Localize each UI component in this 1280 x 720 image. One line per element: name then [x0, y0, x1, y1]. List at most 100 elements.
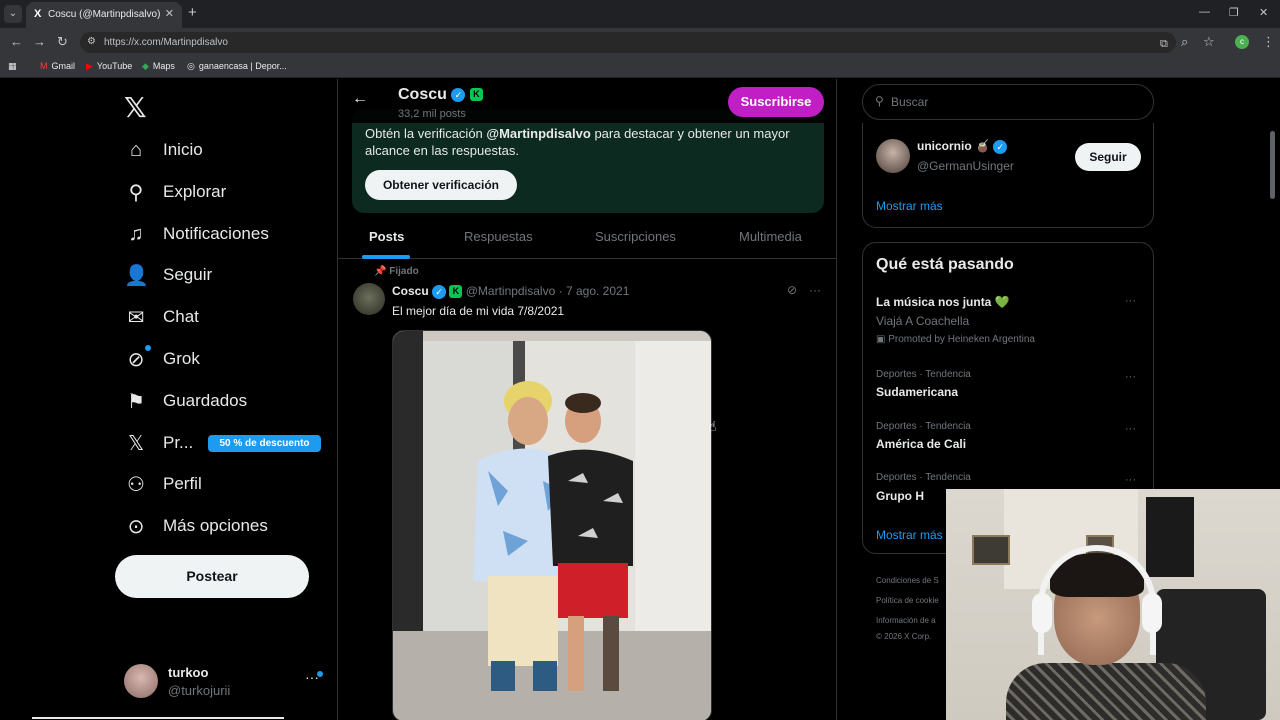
window-close-icon[interactable]: ✕ [1259, 6, 1268, 19]
follow-icon: 👤 [124, 264, 149, 287]
grok-analyze-icon[interactable]: ⊘ [787, 283, 797, 297]
globe-icon: ◎ [187, 61, 195, 71]
follow-button[interactable]: Seguir [1075, 143, 1141, 171]
trend-promoted-by: ▣ Promoted by Heineken Argentina [876, 334, 1035, 345]
bookmark-maps[interactable]: ◆ Maps [142, 61, 175, 72]
tweet-photo[interactable] [392, 330, 712, 720]
back-arrow-icon[interactable]: ← [352, 90, 368, 108]
trend-more-icon[interactable]: ··· [1125, 371, 1136, 383]
premium-discount-badge[interactable]: 50 % de descuento [208, 435, 321, 452]
nav-item-mas-opciones[interactable]: ⊙ Más opciones [124, 509, 268, 543]
footer-link[interactable]: Condiciones de S [876, 576, 939, 585]
who-to-follow-card: unicornio 🧉 ✓ @GermanUsinger Seguir Most… [862, 123, 1154, 228]
address-bar[interactable]: ⚙ https://x.com/Martinpdisalvo ⧉ [80, 32, 1176, 53]
tab-suscripciones[interactable]: Suscripciones [595, 229, 676, 244]
reload-icon[interactable]: ↻ [57, 34, 68, 50]
browser-tab-strip: ⌄ X Coscu (@Martinpdisalvo) / X ✕ + — ❐ … [0, 0, 1280, 28]
account-handle[interactable]: @turkojurii [168, 683, 230, 698]
trend-name[interactable]: Grupo H [876, 489, 924, 503]
post-button[interactable]: Postear [115, 555, 309, 598]
back-icon[interactable]: ← [10, 34, 23, 49]
tweet-text: El mejor día de mi vida 7/8/2021 [392, 304, 565, 318]
new-tab-icon[interactable]: + [188, 4, 197, 21]
browser-menu-icon[interactable]: ⋮ [1262, 34, 1275, 50]
trend-promoted-name[interactable]: La música nos junta 💚 [876, 295, 1010, 309]
suggested-user-avatar[interactable] [876, 139, 910, 173]
get-verified-button[interactable]: Obtener verificación [365, 170, 517, 200]
tweet-date[interactable]: 7 ago. 2021 [566, 284, 629, 298]
tweet-author-avatar[interactable] [353, 283, 385, 315]
webcam-person-body [1006, 663, 1206, 720]
show-more-trends-link[interactable]: Mostrar más [876, 528, 943, 542]
verified-badge-icon: ✓ [432, 284, 447, 299]
search-input[interactable]: ⚲ Buscar [862, 84, 1154, 120]
nav-item-grok[interactable]: ⊘ Grok [124, 342, 200, 376]
trend-more-icon[interactable]: ··· [1125, 423, 1136, 435]
promo-text: Obtén la verificación @Martinpdisalvo pa… [365, 126, 790, 158]
profile-header: ← Coscu ✓ K 33,2 mil posts Suscribirse [338, 79, 836, 123]
nav-item-premium[interactable]: 𝕏 Pr... [124, 426, 193, 460]
nav-item-perfil[interactable]: ⚇ Perfil [124, 467, 202, 501]
account-avatar[interactable] [124, 664, 158, 698]
tweet-author-name[interactable]: Coscu [392, 284, 429, 298]
account-notification-dot [317, 671, 323, 677]
tab-close-icon[interactable]: ✕ [165, 7, 174, 20]
apps-grid-icon[interactable]: ▦ [8, 61, 17, 72]
tab-search-icon[interactable]: ⌄ [4, 5, 22, 23]
browser-tab[interactable]: X Coscu (@Martinpdisalvo) / X ✕ [26, 2, 182, 28]
suggested-user-handle[interactable]: @GermanUsinger [917, 159, 1014, 173]
trend-more-icon[interactable]: ··· [1125, 295, 1136, 307]
tweet-author-handle[interactable]: @Martinpdisalvo [466, 284, 556, 298]
active-tab-indicator [362, 255, 410, 259]
bookmark-gmail[interactable]: M Gmail [40, 61, 75, 71]
bookmark-star-icon[interactable]: ☆ [1203, 34, 1215, 50]
webcam-headset-earcup [1142, 593, 1162, 633]
show-more-follow-link[interactable]: Mostrar más [876, 199, 943, 213]
nav-item-inicio[interactable]: ⌂ Inicio [124, 133, 203, 167]
footer-copyright: © 2026 X Corp. [876, 632, 932, 641]
bookmark-ganaencasa[interactable]: ◎ ganaencasa | Depor... [187, 61, 287, 72]
address-toolbar: ← → ↻ ⚙ https://x.com/Martinpdisalvo ⧉ ⌕… [0, 28, 1280, 56]
gmail-icon: M [40, 61, 48, 71]
nav-item-guardados[interactable]: ⚑ Guardados [124, 384, 247, 418]
pinned-label: 📌 Fijado [374, 266, 419, 277]
restore-icon[interactable]: ❐ [1229, 6, 1239, 19]
nav-item-chat[interactable]: ✉ Chat [124, 300, 199, 334]
tab-multimedia[interactable]: Multimedia [739, 229, 802, 244]
webcam-speaker [1146, 497, 1194, 577]
trend-promoted-sub[interactable]: Viajá A Coachella [876, 314, 969, 328]
subscribe-button[interactable]: Suscribirse [728, 87, 824, 117]
nav-item-seguir[interactable]: 👤 Seguir [124, 258, 212, 292]
trend-name[interactable]: Sudamericana [876, 385, 958, 399]
tab-posts[interactable]: Posts [369, 229, 404, 244]
url-text[interactable]: https://x.com/Martinpdisalvo [104, 37, 228, 48]
search-icon: ⚲ [875, 94, 884, 108]
vertical-scrollbar[interactable] [1270, 131, 1275, 199]
minimize-icon[interactable]: — [1199, 6, 1210, 18]
more-icon: ⊙ [127, 515, 145, 538]
forward-icon[interactable]: → [33, 34, 46, 49]
nav-item-explorar[interactable]: ⚲ Explorar [124, 175, 227, 209]
webcam-overlay [946, 489, 1280, 720]
trend-name[interactable]: América de Cali [876, 437, 966, 451]
zoom-icon[interactable]: ⌕ [1181, 34, 1188, 50]
account-name[interactable]: turkoo [168, 665, 208, 680]
trends-title: Qué está pasando [876, 256, 1014, 273]
browser-profile-avatar[interactable]: c [1235, 35, 1249, 49]
bookmark-youtube[interactable]: ▶ YouTube [86, 61, 132, 72]
trend-meta: Deportes · Tendencia [876, 472, 971, 483]
install-icon[interactable]: ⧉ [1160, 38, 1168, 51]
footer-link[interactable]: Política de cookie [876, 596, 939, 605]
x-logo-icon[interactable]: 𝕏 [124, 91, 147, 124]
suggested-user-name[interactable]: unicornio 🧉 ✓ [917, 139, 1008, 154]
trend-more-icon[interactable]: ··· [1125, 474, 1136, 486]
tweet-more-icon[interactable]: ··· [809, 283, 821, 297]
tweet-header: Coscu ✓ K @Martinpdisalvo · 7 ago. 2021 [392, 284, 629, 299]
nav-item-notificaciones[interactable]: ♫ Notificaciones [124, 217, 269, 251]
x-premium-icon: 𝕏 [127, 432, 145, 455]
tab-respuestas[interactable]: Respuestas [464, 229, 533, 244]
footer-link[interactable]: Información de a [876, 616, 936, 625]
bell-icon: ♫ [128, 222, 144, 245]
site-info-icon[interactable]: ⚙ [87, 36, 96, 47]
profile-column: ← Coscu ✓ K 33,2 mil posts Suscribirse O… [337, 79, 837, 720]
